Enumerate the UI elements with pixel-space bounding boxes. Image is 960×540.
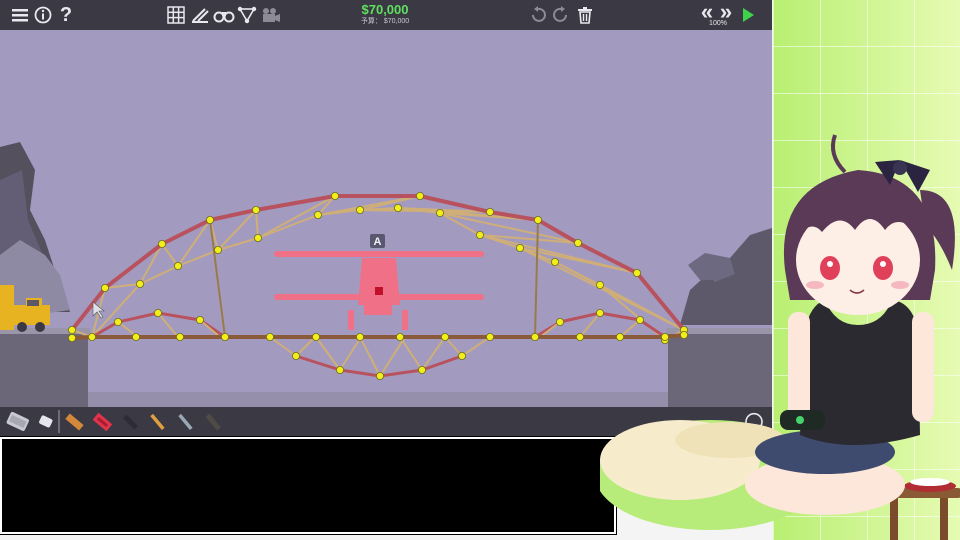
undo-icon[interactable] bbox=[528, 3, 548, 27]
cable-material-icon[interactable] bbox=[203, 411, 223, 431]
hamburger-menu-icon[interactable] bbox=[10, 3, 30, 27]
bridge-joint[interactable] bbox=[516, 243, 525, 252]
bridge-joint[interactable] bbox=[88, 332, 97, 341]
bridge-joint[interactable] bbox=[291, 351, 300, 360]
dialog-text bbox=[2, 439, 614, 459]
wood-material-icon[interactable] bbox=[64, 411, 84, 431]
wood-beam[interactable] bbox=[269, 336, 297, 357]
wood-beam[interactable] bbox=[461, 336, 491, 357]
reinforced-road-material-icon[interactable] bbox=[120, 411, 140, 431]
bridge-joint[interactable] bbox=[576, 332, 585, 341]
trash-icon[interactable] bbox=[575, 3, 595, 27]
stress-view-icon[interactable] bbox=[189, 3, 211, 27]
bridge-joint[interactable] bbox=[68, 325, 77, 334]
bridge-joint[interactable] bbox=[435, 208, 444, 217]
steel-beam[interactable] bbox=[294, 354, 342, 372]
simulation-speed: 100% bbox=[709, 20, 727, 27]
bridge-joint[interactable] bbox=[311, 332, 320, 341]
bridge-joint[interactable] bbox=[313, 210, 322, 219]
eraser-tool-icon[interactable] bbox=[6, 410, 30, 432]
budget-amount: 予算： $70,000 bbox=[360, 18, 410, 25]
bridge-joint[interactable] bbox=[157, 239, 166, 248]
road-material-icon[interactable] bbox=[92, 411, 112, 431]
play-icon[interactable] bbox=[738, 3, 758, 27]
bridge-joint[interactable] bbox=[355, 332, 364, 341]
wood-beam[interactable] bbox=[534, 219, 539, 338]
bridge-joint[interactable] bbox=[574, 238, 583, 247]
bridge-joint[interactable] bbox=[330, 191, 339, 200]
steel-material-icon[interactable] bbox=[147, 411, 167, 431]
bridge-joint[interactable] bbox=[135, 279, 144, 288]
bridge-joint[interactable] bbox=[534, 215, 543, 224]
info-icon[interactable] bbox=[33, 3, 53, 27]
bridge-joint[interactable] bbox=[355, 205, 364, 214]
streamer-avatar bbox=[600, 134, 960, 540]
bridge-joint[interactable] bbox=[475, 230, 484, 239]
bridge-joint[interactable] bbox=[253, 233, 262, 242]
wood-beam[interactable] bbox=[339, 336, 362, 371]
wood-beam[interactable] bbox=[161, 243, 179, 267]
help-button[interactable]: ? bbox=[57, 3, 75, 27]
steel-beam[interactable] bbox=[378, 368, 424, 378]
wood-beam[interactable] bbox=[255, 209, 259, 239]
small-eraser-tool-icon[interactable] bbox=[36, 411, 56, 431]
bridge-joint[interactable] bbox=[195, 315, 204, 324]
vehicle-marker: A bbox=[370, 234, 385, 248]
steel-beam[interactable] bbox=[338, 368, 382, 378]
money-amount: $70,000 bbox=[361, 2, 409, 17]
vehicle-marker-label: A bbox=[374, 236, 382, 248]
money-display: $70,000 予算： $70,000 bbox=[330, 3, 440, 26]
toolbar-divider bbox=[58, 410, 60, 433]
redo-icon[interactable] bbox=[551, 3, 571, 27]
steel-beam[interactable] bbox=[116, 311, 160, 324]
steel-beam[interactable] bbox=[156, 311, 202, 322]
bridge-joint[interactable] bbox=[213, 245, 222, 254]
wood-beam[interactable] bbox=[399, 336, 423, 371]
bridge-joint[interactable] bbox=[173, 261, 182, 270]
bridge-joint[interactable] bbox=[175, 332, 184, 341]
bridge-joint[interactable] bbox=[417, 365, 426, 374]
bridge-joint[interactable] bbox=[395, 332, 404, 341]
rope-material-icon[interactable] bbox=[175, 411, 195, 431]
bridge-joint[interactable] bbox=[205, 215, 214, 224]
bridge-joint[interactable] bbox=[153, 308, 162, 317]
bridge-joint[interactable] bbox=[335, 365, 344, 374]
bridge-joint[interactable] bbox=[485, 332, 494, 341]
binoculars-icon[interactable] bbox=[212, 3, 236, 27]
bridge-joint[interactable] bbox=[114, 317, 123, 326]
bridge-joint[interactable] bbox=[101, 283, 110, 292]
bridge-joint[interactable] bbox=[375, 371, 384, 380]
bridge-joint[interactable] bbox=[131, 332, 140, 341]
airplane bbox=[274, 251, 484, 330]
camera-icon[interactable] bbox=[259, 3, 283, 27]
wood-beam[interactable] bbox=[379, 336, 406, 377]
top-toolbar: ? $70,000 予算： $70,000 « » 100% bbox=[0, 0, 772, 30]
bridge-joint[interactable] bbox=[265, 332, 274, 341]
bridge-joint[interactable] bbox=[457, 351, 466, 360]
steel-beam[interactable] bbox=[103, 242, 164, 290]
wood-beam[interactable] bbox=[359, 336, 381, 377]
wood-beam[interactable] bbox=[257, 214, 319, 239]
bridge-joint[interactable] bbox=[415, 191, 424, 200]
wood-beam[interactable] bbox=[295, 336, 316, 357]
joints-icon[interactable] bbox=[236, 3, 258, 27]
bridge-joint[interactable] bbox=[393, 203, 402, 212]
bridge-joint[interactable] bbox=[551, 257, 560, 266]
bridge-joint[interactable] bbox=[531, 332, 540, 341]
bridge-joint[interactable] bbox=[485, 207, 494, 216]
left-bank bbox=[0, 330, 88, 407]
grid-icon[interactable] bbox=[166, 3, 186, 27]
bridge-joint[interactable] bbox=[251, 205, 260, 214]
bridge-joint[interactable] bbox=[440, 332, 449, 341]
bridge-joint[interactable] bbox=[556, 317, 565, 326]
bridge-joint[interactable] bbox=[220, 332, 229, 341]
dialog-box bbox=[0, 437, 616, 534]
wood-beam[interactable] bbox=[209, 219, 226, 338]
wood-beam[interactable] bbox=[554, 261, 601, 286]
bridge-joint[interactable] bbox=[68, 333, 77, 342]
canyon-floor bbox=[88, 392, 668, 407]
